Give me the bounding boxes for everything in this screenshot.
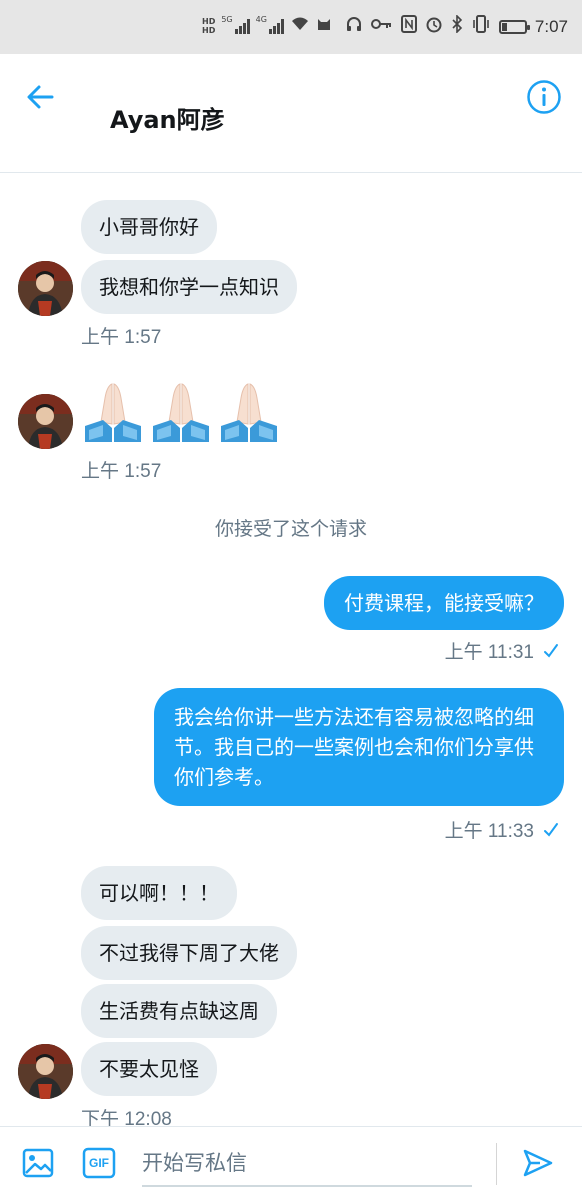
timestamp: 上午 11:33 — [444, 821, 534, 842]
incoming-message[interactable]: 我想和你学一点知识 — [81, 260, 297, 314]
message-composer: GIF — [0, 1126, 582, 1200]
timestamp: 下午 12:08 — [81, 1109, 172, 1126]
send-icon — [523, 1149, 553, 1177]
emoji-message[interactable] — [81, 378, 281, 444]
image-button[interactable] — [22, 1147, 54, 1183]
send-button[interactable] — [522, 1147, 554, 1183]
incoming-message[interactable]: 可以啊！！！ — [81, 866, 237, 920]
timestamp-row: 上午 11:33 — [445, 816, 560, 843]
outgoing-message[interactable]: 我会给你讲一些方法还有容易被忽略的细节。我自己的一些案例也会和你们分享供你们参考… — [154, 688, 564, 806]
timestamp-row: 上午 11:31 — [445, 637, 560, 664]
signal-2-icon — [268, 18, 284, 34]
avatar-image — [18, 261, 73, 316]
message-input[interactable] — [142, 1141, 472, 1187]
composer-divider — [496, 1143, 497, 1185]
image-icon — [22, 1148, 54, 1178]
alarm-icon — [425, 15, 443, 38]
avatar[interactable] — [18, 1044, 73, 1099]
avatar-image — [18, 394, 73, 449]
net1-label: 5G — [221, 15, 233, 24]
nfc-icon — [400, 15, 417, 38]
info-button[interactable] — [526, 79, 562, 115]
status-left: HD HD 5G 4G — [202, 15, 332, 36]
pray-emoji-icon — [153, 383, 209, 442]
sent-check-icon — [544, 822, 558, 837]
outgoing-message[interactable]: 付费课程，能接受嘛？ — [324, 576, 564, 630]
pray-emoji-icon — [221, 383, 277, 442]
key-icon — [370, 17, 393, 36]
status-bar: HD HD 5G 4G 7:07 — [0, 0, 582, 54]
info-icon — [527, 80, 561, 114]
status-time: 7:07 — [534, 16, 568, 36]
pray-emoji-icon — [85, 383, 141, 442]
incoming-message[interactable]: 生活费有点缺这周 — [81, 984, 277, 1038]
gif-button[interactable]: GIF — [82, 1147, 116, 1179]
status-right: 7:07 — [345, 14, 568, 38]
hd-indicator: HD HD — [202, 17, 215, 35]
cat-icon — [316, 15, 332, 36]
gif-label: GIF — [89, 1156, 109, 1170]
net2-label: 4G — [255, 15, 267, 24]
back-button[interactable] — [22, 80, 62, 114]
timestamp: 上午 1:57 — [81, 461, 162, 482]
system-notice: 你接受了这个请求 — [214, 518, 367, 540]
headphones-icon — [345, 15, 363, 38]
avatar-image — [18, 1044, 73, 1099]
sent-check-icon — [544, 643, 558, 658]
avatar[interactable] — [18, 394, 73, 449]
battery-fill — [501, 22, 508, 31]
incoming-message[interactable]: 不要太见怪 — [81, 1042, 217, 1096]
timestamp: 上午 11:31 — [444, 642, 534, 663]
wifi-icon — [290, 15, 310, 36]
hd-top: HD — [202, 16, 216, 26]
bluetooth-icon — [451, 14, 463, 38]
message-list[interactable]: 小哥哥你好 我想和你学一点知识 上午 1:57 上午 1:57 你接受了这个请求… — [0, 174, 582, 1126]
battery-icon — [498, 19, 530, 34]
incoming-message[interactable]: 不过我得下周了大佬 — [81, 926, 297, 980]
signal-icon — [234, 18, 250, 34]
avatar[interactable] — [18, 261, 73, 316]
vibrate-icon — [471, 15, 491, 38]
back-arrow-icon — [27, 85, 54, 109]
timestamp: 上午 1:57 — [81, 327, 162, 348]
hd-bottom: HD — [202, 25, 216, 35]
conversation-title: Ayan阿彦 — [110, 106, 225, 134]
incoming-message[interactable]: 小哥哥你好 — [81, 200, 217, 254]
chat-header: Ayan阿彦 — [0, 54, 582, 173]
